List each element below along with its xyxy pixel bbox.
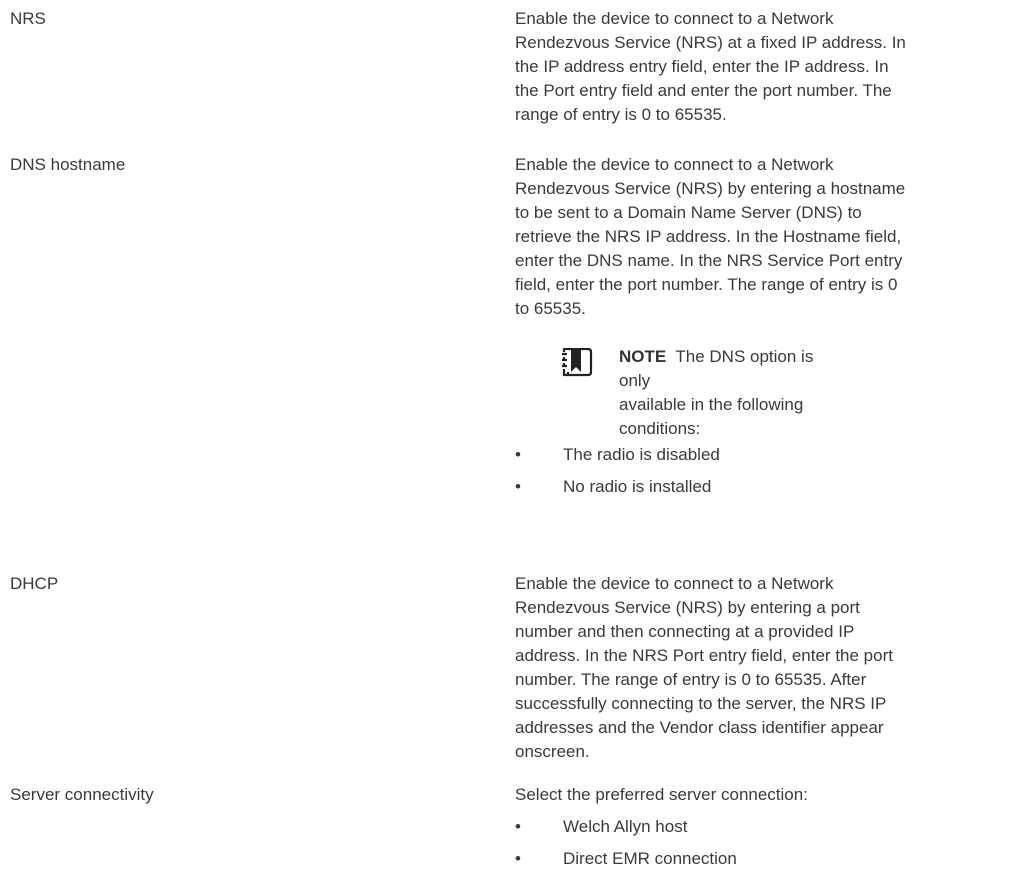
description-dhcp: Enable the device to connect to a Networ… (515, 572, 995, 764)
list-item: • No radio is installed (515, 475, 995, 499)
description-server-connectivity: Select the preferred server connection: … (515, 783, 995, 879)
term-nrs: NRS (10, 9, 46, 28)
note-text: NOTE The DNS option is only available in… (619, 345, 829, 441)
description-line: Enable the device to connect to a Networ… (515, 9, 834, 28)
description-line: retrieve the NRS IP address. In the Host… (515, 227, 902, 246)
description-line: the Port entry field and enter the port … (515, 81, 892, 100)
description-line: Rendezvous Service (NRS) at a fixed IP a… (515, 33, 906, 52)
list-item-text: Welch Allyn host (563, 817, 688, 836)
list-item-text: The radio is disabled (563, 445, 720, 464)
note-line-3: conditions: (619, 419, 701, 438)
term-dhcp: DHCP (10, 574, 59, 593)
settings-definition-table: NRS Enable the device to connect to a Ne… (0, 0, 1015, 888)
bullet-icon: • (515, 817, 521, 836)
list-item: • Welch Allyn host (515, 815, 995, 839)
bullet-list: • The radio is disabled • No radio is inst… (515, 443, 995, 499)
note-line-2: available in the following (619, 395, 804, 414)
description-line: Enable the device to connect to a Networ… (515, 574, 834, 593)
description-nrs: Enable the device to connect to a Networ… (515, 7, 995, 127)
description-line: to 65535. (515, 299, 586, 318)
list-item-text: Direct EMR connection (563, 849, 737, 868)
description-line: the IP address entry field, enter the IP… (515, 57, 889, 76)
description-line: field, enter the port number. The range … (515, 275, 898, 294)
term-dns-hostname: DNS hostname (10, 155, 126, 174)
description-line: range of entry is 0 to 65535. (515, 105, 727, 124)
description-line: onscreen. (515, 742, 590, 761)
description-line: Rendezvous Service (NRS) by entering a h… (515, 179, 906, 198)
description-line: addresses and the Vendor class identifie… (515, 718, 884, 737)
description-line: Rendezvous Service (NRS) by entering a p… (515, 598, 860, 617)
description-line: successfully connecting to the server, t… (515, 694, 887, 713)
list-item-text: No radio is installed (563, 477, 712, 496)
list-item: • The radio is disabled (515, 443, 995, 467)
note-label: NOTE (619, 347, 667, 366)
bullet-icon: • (515, 849, 521, 868)
description-line: enter the DNS name. In the NRS Service P… (515, 251, 903, 270)
description-line: to be sent to a Domain Name Server (DNS)… (515, 203, 862, 222)
note-book-icon (559, 347, 593, 384)
description-line: number. The range of entry is 0 to 65535… (515, 670, 867, 689)
description-line: Enable the device to connect to a Networ… (515, 155, 834, 174)
note-callout: NOTE The DNS option is only available in… (515, 345, 995, 443)
term-server-connectivity: Server connectivity (10, 785, 154, 804)
bullet-list: • Welch Allyn host • Direct EMR connection (515, 815, 995, 871)
bullet-icon: • (515, 445, 521, 464)
description-line: address. In the NRS Port entry field, en… (515, 646, 893, 665)
description-line: number and then connecting at a provided… (515, 622, 855, 641)
list-item: • Direct EMR connection (515, 847, 995, 871)
bullet-icon: • (515, 477, 521, 496)
description-line: Select the preferred server connection: (515, 785, 808, 804)
note-line-1: NOTE The DNS option is only (619, 345, 829, 393)
description-dns-hostname: Enable the device to connect to a Networ… (515, 153, 995, 507)
